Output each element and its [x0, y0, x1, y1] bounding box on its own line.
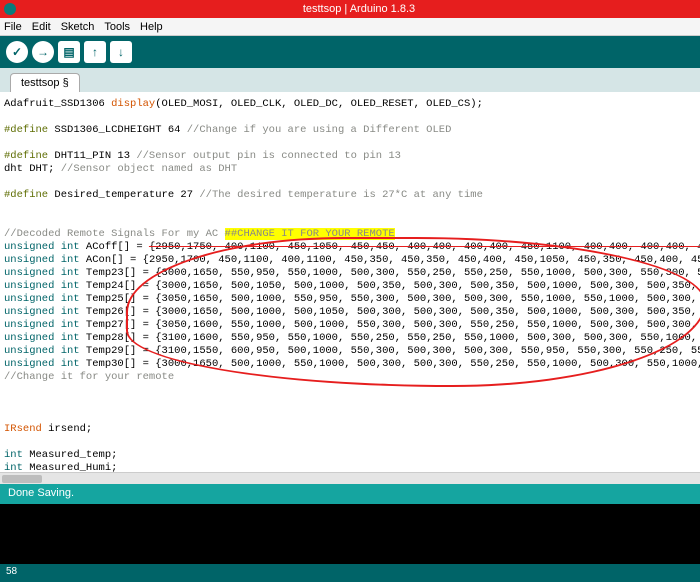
- footer-bar: 58: [0, 564, 700, 582]
- open-button[interactable]: ↑: [84, 41, 106, 63]
- menu-sketch[interactable]: Sketch: [61, 21, 95, 33]
- horizontal-scrollbar[interactable]: [0, 472, 700, 484]
- menu-tools[interactable]: Tools: [104, 21, 130, 33]
- toolbar: ✓ → ▤ ↑ ↓: [0, 36, 700, 68]
- menu-bar: File Edit Sketch Tools Help: [0, 18, 700, 36]
- new-button[interactable]: ▤: [58, 41, 80, 63]
- tab-bar: testtsop §: [0, 68, 700, 92]
- menu-help[interactable]: Help: [140, 21, 163, 33]
- title-bar: testtsop | Arduino 1.8.3: [0, 0, 700, 18]
- scrollbar-thumb[interactable]: [2, 475, 42, 483]
- status-bar: Done Saving.: [0, 484, 700, 504]
- window-title: testtsop | Arduino 1.8.3: [22, 3, 696, 15]
- menu-edit[interactable]: Edit: [32, 21, 51, 33]
- console-output[interactable]: [0, 504, 700, 564]
- status-text: Done Saving.: [8, 487, 74, 499]
- line-number: 58: [6, 566, 17, 577]
- upload-button[interactable]: →: [32, 41, 54, 63]
- arduino-icon: [4, 3, 16, 15]
- tab-sketch[interactable]: testtsop §: [10, 73, 80, 92]
- code-editor[interactable]: Adafruit_SSD1306 display(OLED_MOSI, OLED…: [0, 92, 700, 472]
- save-button[interactable]: ↓: [110, 41, 132, 63]
- verify-button[interactable]: ✓: [6, 41, 28, 63]
- menu-file[interactable]: File: [4, 21, 22, 33]
